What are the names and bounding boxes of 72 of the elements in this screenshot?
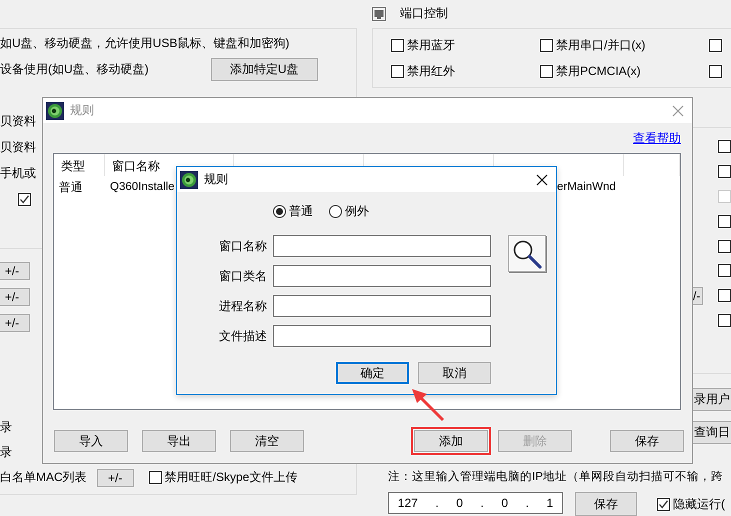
checkbox-label: 禁用红外 xyxy=(407,63,455,80)
input-field[interactable] xyxy=(273,295,491,317)
add-remove-button[interactable]: +/- xyxy=(0,314,30,332)
option-text: 手机或 xyxy=(0,164,36,182)
input-field[interactable] xyxy=(273,325,491,347)
dialog-button[interactable]: 导入 xyxy=(54,430,128,452)
app-icon xyxy=(46,102,64,120)
add-remove-button[interactable]: +/- xyxy=(0,288,30,306)
checkbox[interactable] xyxy=(18,192,31,206)
field-label: 文件描述 xyxy=(218,328,267,344)
action-button[interactable]: 查询日 xyxy=(692,421,731,444)
table-cell-text: Q360Installe xyxy=(109,181,176,193)
mac-list-label: 白名单MAC列表 xyxy=(0,469,87,486)
field-label: 窗口名称 xyxy=(218,238,267,254)
add-remove-button[interactable]: /- xyxy=(692,286,704,305)
checkbox[interactable] xyxy=(718,264,731,278)
dialog-button[interactable]: 添加 xyxy=(414,430,488,452)
checkbox[interactable] xyxy=(709,39,722,52)
option-text: 录 xyxy=(0,419,12,436)
add-remove-button[interactable]: +/- xyxy=(0,262,30,280)
option-text: 录 xyxy=(0,444,12,461)
dialog-button[interactable]: 清空 xyxy=(230,430,304,452)
option-text: 设备使用(如U盘、移动硬盘) xyxy=(0,60,149,78)
radio-option[interactable]: 例外 xyxy=(329,202,369,220)
input-field[interactable] xyxy=(273,265,491,287)
dialog-title: 规则 xyxy=(70,102,95,119)
table-cell-text: 普通 xyxy=(58,180,84,194)
dialog-button[interactable]: 确定 xyxy=(336,362,409,384)
checkbox[interactable] xyxy=(540,39,553,52)
network-port-icon xyxy=(372,6,386,21)
checkbox[interactable] xyxy=(391,65,404,78)
option-text: 如U盘、移动硬盘，允许使用USB鼠标、键盘和加密狗) xyxy=(0,34,290,52)
checkbox[interactable] xyxy=(540,65,553,78)
checkbox-label: 禁用蓝牙 xyxy=(407,37,455,54)
save-button[interactable]: 保存 xyxy=(575,492,637,516)
dialog-button[interactable]: 取消 xyxy=(418,362,491,384)
checkbox[interactable] xyxy=(391,39,404,52)
add-remove-button[interactable]: +/- xyxy=(96,468,134,486)
field-label: 窗口类名 xyxy=(218,268,267,284)
note-text: 注：这里输入管理端电脑的IP地址（单网段自动扫描可不输，跨 xyxy=(388,469,724,485)
radio-option[interactable]: 普通 xyxy=(273,202,313,220)
add-usb-button[interactable]: 添加特定U盘 xyxy=(210,58,318,80)
option-text: 贝资料 xyxy=(0,138,36,156)
checkbox[interactable] xyxy=(718,240,731,252)
checkbox[interactable] xyxy=(718,140,731,153)
close-icon[interactable] xyxy=(536,174,548,186)
action-button[interactable]: 录用户 xyxy=(692,388,731,412)
checkbox[interactable] xyxy=(718,164,731,178)
checkbox[interactable] xyxy=(718,314,731,328)
app-icon xyxy=(180,170,198,188)
section-title: 端口控制 xyxy=(400,5,448,22)
search-button[interactable] xyxy=(508,235,546,272)
column-header[interactable]: 类型 xyxy=(54,154,105,176)
dialog-button[interactable]: 保存 xyxy=(610,430,684,452)
dialog-button[interactable]: 导出 xyxy=(142,430,216,452)
checkbox-label: 隐藏运行( xyxy=(673,496,725,513)
help-link[interactable]: 查看帮助 xyxy=(633,130,681,146)
checkbox-label: 禁用串口/并口(x) xyxy=(556,37,646,54)
checkbox[interactable] xyxy=(148,471,162,484)
search-icon xyxy=(511,238,543,270)
ip-address-field[interactable]: 127 . 0 . 0 . 1 xyxy=(388,492,563,514)
checkbox[interactable] xyxy=(718,289,731,302)
field-label: 进程名称 xyxy=(218,298,267,314)
input-field[interactable] xyxy=(273,235,491,257)
checkbox-label: 禁用PCMCIA(x) xyxy=(556,63,641,80)
checkbox[interactable] xyxy=(657,498,670,511)
annotation-arrow xyxy=(410,388,446,422)
option-text: 贝资料 xyxy=(0,112,36,130)
checkbox[interactable] xyxy=(718,214,731,228)
checkbox[interactable] xyxy=(709,65,722,78)
table-cell-text: erMainWnd xyxy=(556,181,617,193)
checkbox-label: 禁用旺旺/Skype文件上传 xyxy=(164,469,298,486)
